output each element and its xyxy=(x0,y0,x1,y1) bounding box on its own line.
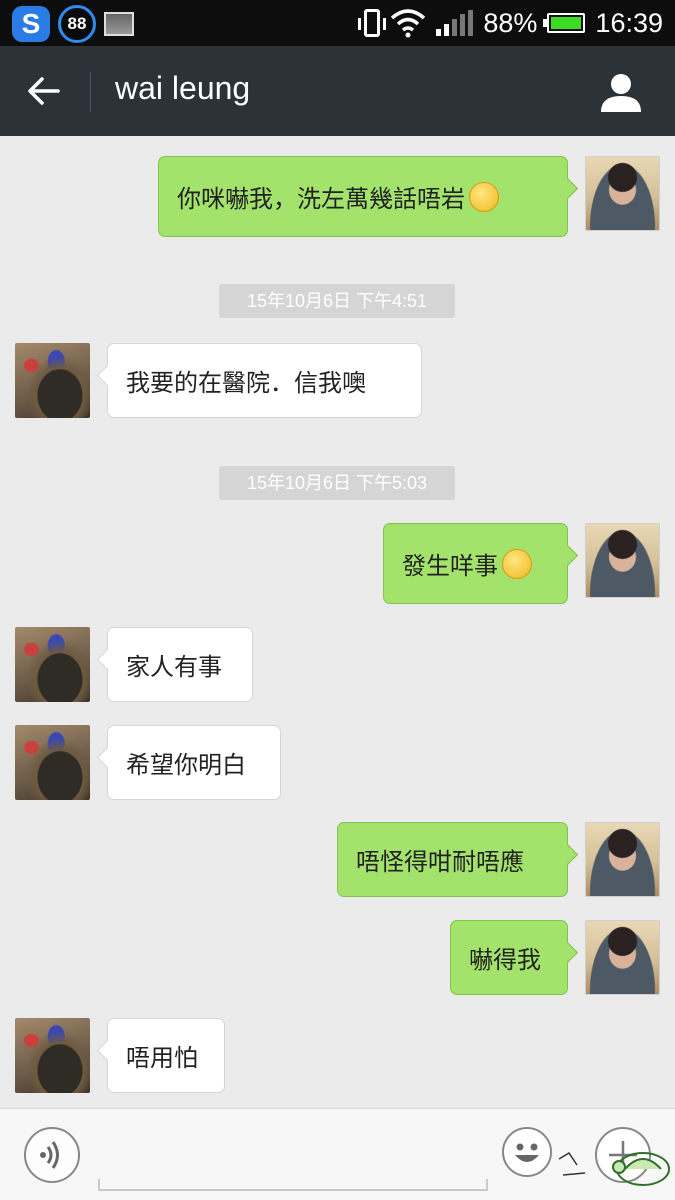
message-text: 唔用怕 xyxy=(126,1044,198,1072)
notification-count-badge: 88 xyxy=(58,5,96,43)
smiley-face-icon xyxy=(515,1143,539,1162)
message-bubble-received[interactable]: 希望你明白 xyxy=(107,725,281,800)
image-notification-icon xyxy=(104,12,134,36)
message-bubble-sent[interactable]: 發生咩事 xyxy=(383,523,568,604)
timestamp: 15年10月6日 下午4:51 xyxy=(219,284,455,318)
contact-avatar[interactable] xyxy=(15,343,90,418)
message-bubble-sent[interactable]: 你咪嚇我，洗左萬幾話唔岩 xyxy=(158,156,568,237)
wifi-icon xyxy=(391,9,426,38)
header-divider xyxy=(90,72,91,112)
message-list[interactable]: 你咪嚇我，洗左萬幾話唔岩 15年10月6日 下午4:51 我要的在醫院．信我噢 … xyxy=(0,136,675,1108)
message-text: 家人有事 xyxy=(126,653,222,681)
my-avatar[interactable] xyxy=(585,156,660,231)
message-text: 發生咩事 xyxy=(402,552,498,580)
contact-avatar[interactable] xyxy=(15,725,90,800)
battery-percent: 88% xyxy=(483,7,538,38)
message-input[interactable] xyxy=(98,1179,488,1191)
chat-header: wai leung xyxy=(0,46,675,136)
input-bar xyxy=(0,1108,675,1200)
message-bubble-received[interactable]: 唔用怕 xyxy=(107,1018,225,1093)
battery-icon xyxy=(543,13,586,33)
contact-name-title: wai leung xyxy=(115,70,251,106)
back-arrow-icon[interactable] xyxy=(22,70,68,112)
clock: 16:39 xyxy=(595,7,663,38)
vibrate-icon xyxy=(358,9,387,37)
my-avatar[interactable] xyxy=(585,920,660,995)
message-text: 希望你明白 xyxy=(126,751,246,779)
crying-emoji-icon xyxy=(502,548,532,579)
person-icon[interactable] xyxy=(599,70,643,114)
signal-icon xyxy=(436,10,474,36)
voice-waves-icon xyxy=(40,1141,59,1169)
message-bubble-received[interactable]: 家人有事 xyxy=(107,627,253,702)
contact-avatar[interactable] xyxy=(15,627,90,702)
app-s-icon: S xyxy=(12,6,50,42)
message-bubble-received[interactable]: 我要的在醫院．信我噢 xyxy=(107,343,422,418)
contact-avatar[interactable] xyxy=(15,1018,90,1093)
message-text: 我要的在醫院．信我噢 xyxy=(126,369,366,397)
status-bar: S 88 88% 16:39 xyxy=(0,0,675,46)
message-bubble-sent[interactable]: 嚇得我 xyxy=(450,920,568,995)
message-text: 你咪嚇我，洗左萬幾話唔岩 xyxy=(177,185,465,213)
smiley-icon[interactable] xyxy=(502,1127,552,1177)
message-text: 嚇得我 xyxy=(469,946,541,974)
message-bubble-sent[interactable]: 唔怪得咁耐唔應 xyxy=(337,822,568,897)
voice-icon[interactable] xyxy=(24,1127,80,1183)
turtle-watermark-icon xyxy=(558,1151,670,1186)
my-avatar[interactable] xyxy=(585,523,660,598)
my-avatar[interactable] xyxy=(585,822,660,897)
timestamp: 15年10月6日 下午5:03 xyxy=(219,466,455,500)
thinking-emoji-icon xyxy=(469,181,499,212)
message-text: 唔怪得咁耐唔應 xyxy=(356,848,524,876)
